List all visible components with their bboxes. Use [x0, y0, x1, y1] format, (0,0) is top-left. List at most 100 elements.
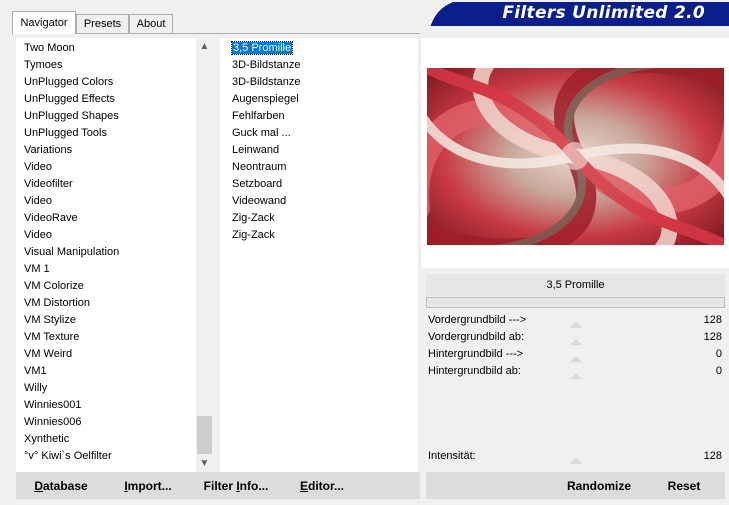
database-button[interactable]: Database [16, 472, 106, 499]
filter-title: 3,5 Promille [426, 274, 725, 296]
category-item[interactable]: VM Texture [16, 329, 196, 346]
category-item[interactable]: VideoRave [16, 210, 196, 227]
button-accelerator: E [299, 478, 308, 493]
tab-navigator[interactable]: Navigator [12, 11, 76, 34]
bottom-toolbar-right: Randomize Reset [426, 472, 725, 499]
tab-bar: Navigator Presets About [0, 0, 420, 34]
category-item[interactable]: Variations [16, 142, 196, 159]
filter-info-button[interactable]: Filter Info... [194, 472, 278, 499]
filter-item-label: Guck mal ... [232, 127, 291, 139]
app-banner: Filters Unlimited 2.0 [430, 2, 729, 26]
filter-list[interactable]: 3,5 Promille 3D-Bildstanze 3D-Bildstanze Au… [220, 38, 418, 472]
filter-item-label: Setzboard [232, 178, 283, 190]
preview-image [427, 68, 724, 245]
param-label: Hintergrundbild ab: [428, 365, 521, 377]
param-value: 0 [715, 348, 722, 360]
param-slider[interactable]: Vordergrundbild ab: 128 [426, 329, 725, 346]
category-item[interactable]: Willy [16, 380, 196, 397]
category-item[interactable]: UnPlugged Shapes [16, 108, 196, 125]
filter-item[interactable]: Zig-Zack [228, 210, 413, 227]
scroll-thumb[interactable] [197, 416, 212, 454]
category-items: Two Moon Tymoes UnPlugged Colors UnPlugged … [16, 40, 196, 465]
param-empty-row [426, 380, 725, 397]
filter-item-label: Zig-Zack [232, 229, 275, 241]
button-text: ditor... [308, 478, 344, 493]
category-item[interactable]: VM Distortion [16, 295, 196, 312]
category-scrollbar[interactable]: ▲ ▼ [196, 38, 213, 472]
param-empty-row [426, 397, 725, 414]
category-item[interactable]: VM Colorize [16, 278, 196, 295]
param-label: Vordergrundbild ab: [428, 331, 525, 343]
param-value: 128 [703, 450, 722, 462]
progress-bar [426, 297, 725, 308]
param-slider[interactable]: Hintergrundbild ab: 0 [426, 363, 725, 380]
editor-button[interactable]: Editor... [292, 472, 352, 499]
category-item[interactable]: Video [16, 159, 196, 176]
filter-items: 3,5 Promille 3D-Bildstanze 3D-Bildstanze Au… [228, 40, 413, 244]
filter-item[interactable]: Leinwand [228, 142, 413, 159]
category-item[interactable]: °v° Kiwi`s Oelfilter [16, 448, 196, 465]
slider-marker-icon[interactable] [570, 322, 582, 328]
filter-item[interactable]: 3D-Bildstanze [228, 74, 413, 91]
filter-item[interactable]: Augenspiegel [228, 91, 413, 108]
param-empty-row [426, 431, 725, 448]
filter-item[interactable]: Neontraum [228, 159, 413, 176]
category-item[interactable]: Video [16, 193, 196, 210]
filter-item-label: Neontraum [232, 161, 287, 173]
category-item[interactable]: UnPlugged Colors [16, 74, 196, 91]
slider-marker-icon[interactable] [570, 339, 582, 345]
parameter-list: Vordergrundbild ---> 128 Vordergrundbild… [426, 312, 725, 465]
tab-presets[interactable]: Presets [76, 14, 129, 33]
param-value: 128 [703, 331, 722, 343]
filter-item[interactable]: Fehlfarben [228, 108, 413, 125]
button-text: mport... [127, 478, 172, 493]
category-item[interactable]: Tymoes [16, 57, 196, 74]
param-label: Vordergrundbild ---> [428, 314, 527, 326]
scroll-down-icon[interactable]: ▼ [196, 455, 213, 472]
filter-item[interactable]: Zig-Zack [228, 227, 413, 244]
filter-item[interactable]: 3,5 Promille [228, 40, 413, 57]
button-text: nfo... [239, 478, 269, 493]
bottom-toolbar-left: Database Import... Filter Info... Editor… [16, 472, 420, 499]
filter-item-label: Leinwand [232, 144, 280, 156]
filter-item-label: Augenspiegel [232, 93, 299, 105]
filter-item-label: Fehlfarben [232, 110, 285, 122]
filter-item[interactable]: Setzboard [228, 176, 413, 193]
category-item[interactable]: UnPlugged Effects [16, 91, 196, 108]
slider-marker-icon[interactable] [570, 373, 582, 379]
param-slider[interactable]: Intensität: 128 [426, 448, 725, 465]
reset-button[interactable]: Reset [654, 472, 714, 499]
param-value: 0 [715, 365, 722, 377]
scroll-up-icon[interactable]: ▲ [196, 38, 213, 55]
category-item[interactable]: Winnies001 [16, 397, 196, 414]
category-item[interactable]: Video [16, 227, 196, 244]
slider-marker-icon[interactable] [570, 356, 582, 362]
randomize-button[interactable]: Randomize [554, 472, 644, 499]
param-label: Hintergrundbild ---> [428, 348, 524, 360]
param-slider[interactable]: Vordergrundbild ---> 128 [426, 312, 725, 329]
category-item[interactable]: VM Weird [16, 346, 196, 363]
category-item[interactable]: VM1 [16, 363, 196, 380]
category-item[interactable]: UnPlugged Tools [16, 125, 196, 142]
category-item[interactable]: Visual Manipulation [16, 244, 196, 261]
category-item[interactable]: Xynthetic [16, 431, 196, 448]
category-item[interactable]: Winnies006 [16, 414, 196, 431]
tab-about[interactable]: About [129, 14, 173, 33]
category-item[interactable]: Two Moon [16, 40, 196, 57]
filter-item-label: Zig-Zack [232, 212, 275, 224]
import-button[interactable]: Import... [116, 472, 180, 499]
category-item[interactable]: VM 1 [16, 261, 196, 278]
param-label: Intensität: [428, 450, 476, 462]
param-value: 128 [703, 314, 722, 326]
category-list[interactable]: Two Moon Tymoes UnPlugged Colors UnPlugged … [16, 38, 213, 472]
filter-item[interactable]: 3D-Bildstanze [228, 57, 413, 74]
filter-item[interactable]: Guck mal ... [228, 125, 413, 142]
preview-swirl [427, 68, 724, 245]
button-text: atabase [42, 478, 88, 493]
param-slider[interactable]: Hintergrundbild ---> 0 [426, 346, 725, 363]
category-item[interactable]: Videofilter [16, 176, 196, 193]
category-item[interactable]: VM Stylize [16, 312, 196, 329]
filter-item-label: 3D-Bildstanze [232, 59, 301, 71]
filter-item[interactable]: Videowand [228, 193, 413, 210]
slider-marker-icon[interactable] [570, 458, 582, 464]
